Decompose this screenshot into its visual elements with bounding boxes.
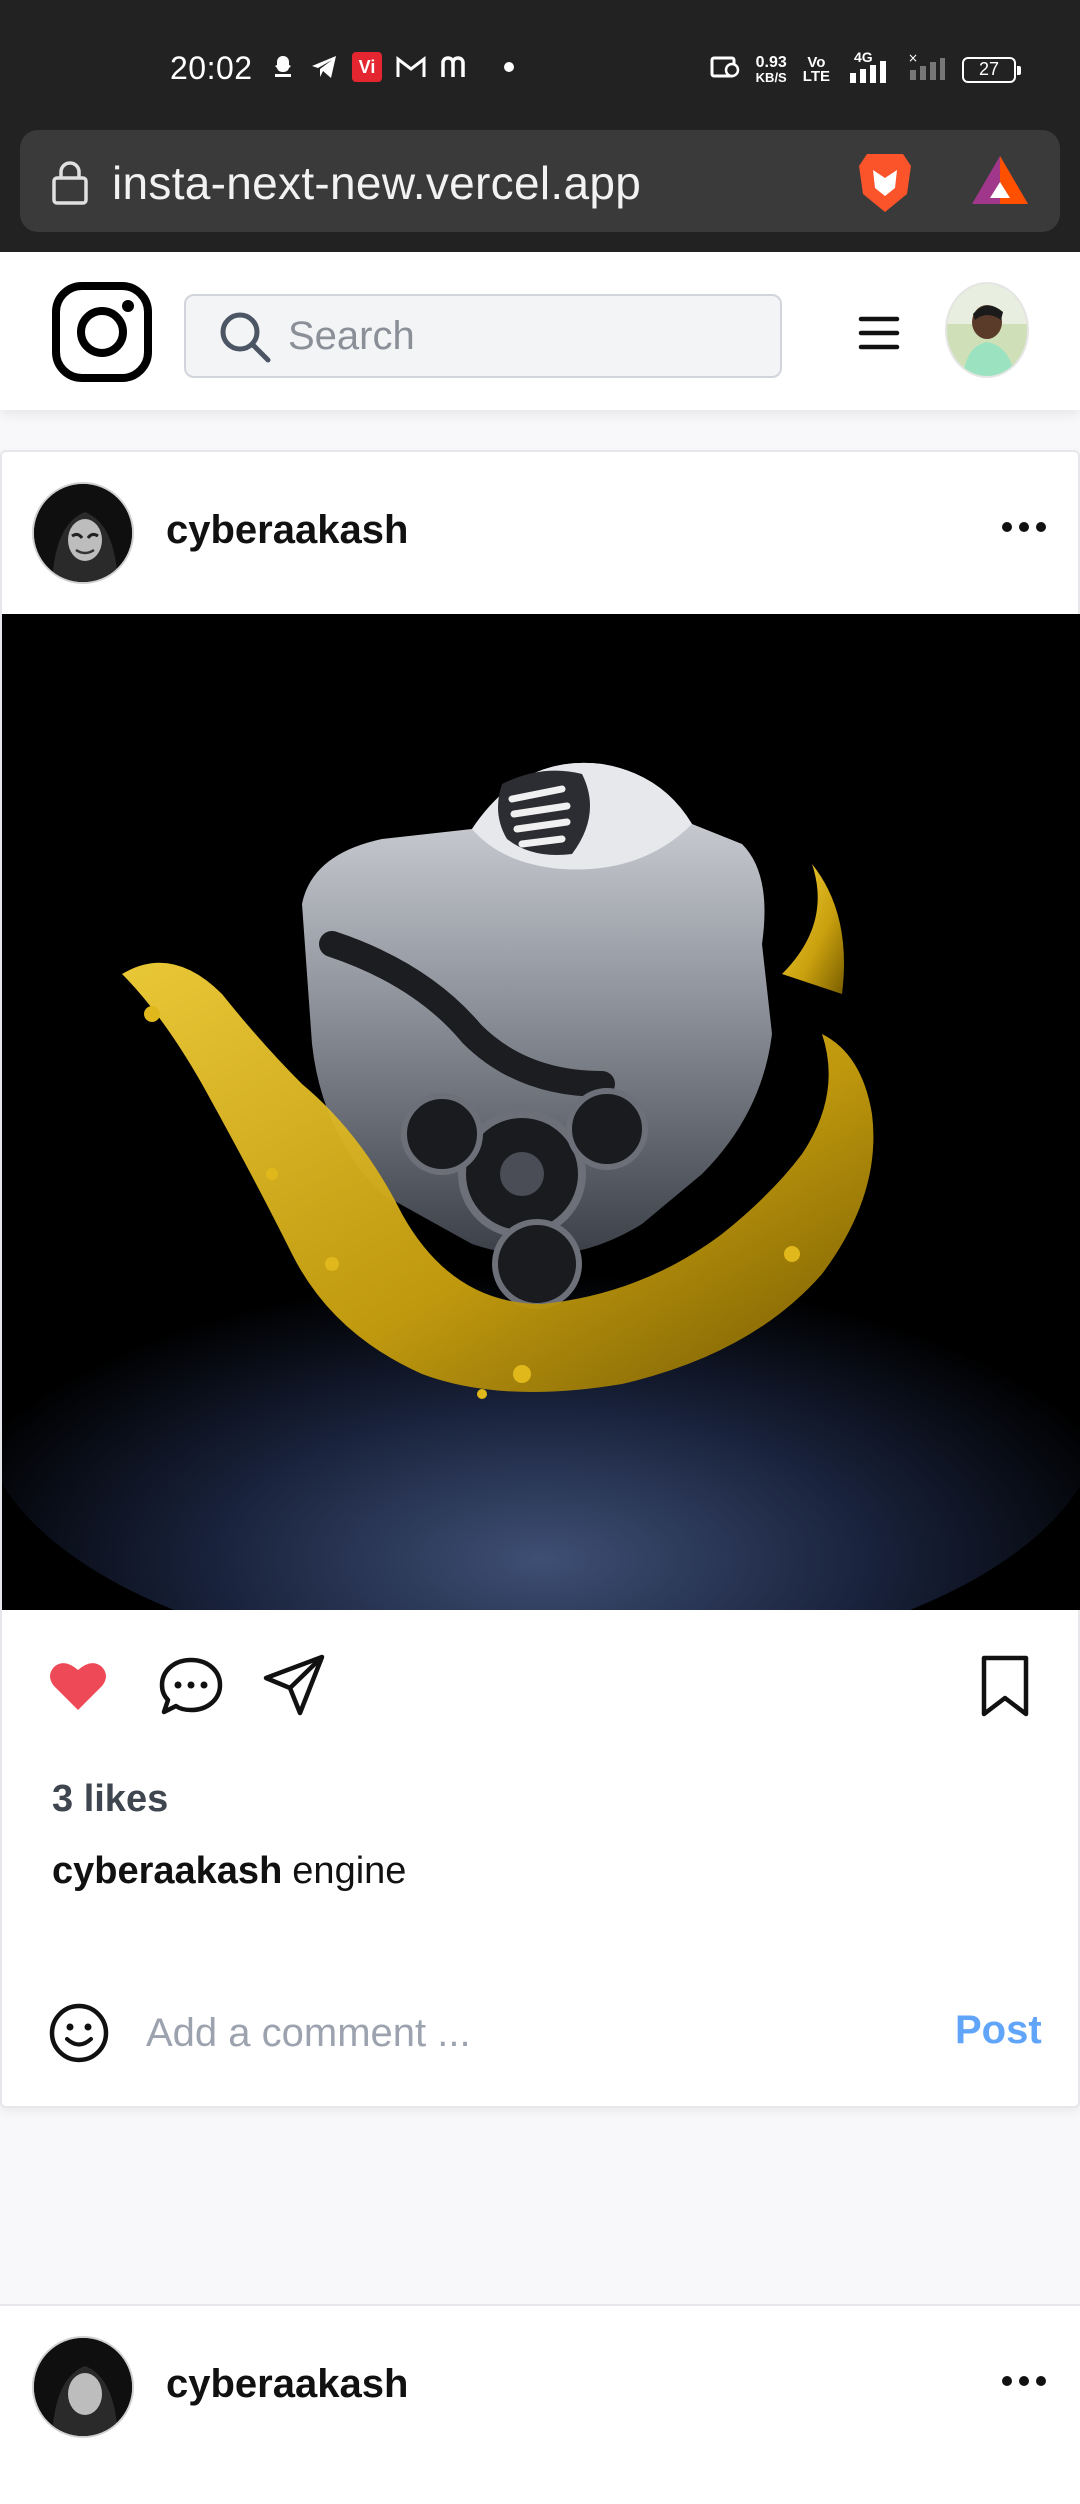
post-avatar[interactable] xyxy=(32,2336,134,2438)
volte-bottom: LTE xyxy=(802,67,830,85)
caption-text: engine xyxy=(292,1850,407,1892)
post-caption: cyberaakash engine xyxy=(52,1850,406,1893)
instagram-logo[interactable] xyxy=(52,282,152,387)
status-time: 20:02 xyxy=(170,50,253,86)
heart-icon[interactable] xyxy=(48,1658,108,1719)
more-icon[interactable] xyxy=(1000,2374,1048,2393)
bookmark-icon[interactable] xyxy=(978,1654,1032,1723)
svg-text:×: × xyxy=(908,52,918,65)
system-icons: 0.93 KB/S Vo LTE 4G × 27 xyxy=(710,49,1021,87)
likes-count[interactable]: 3 likes xyxy=(52,1778,168,1821)
post-avatar[interactable] xyxy=(32,482,134,584)
avatar[interactable] xyxy=(945,282,1029,378)
post-comment-button[interactable]: Post xyxy=(955,2008,1042,2053)
comment-icon[interactable] xyxy=(158,1656,224,1721)
comment-input[interactable] xyxy=(144,1998,924,2068)
data-saver-icon xyxy=(710,54,740,85)
vi-icon: Vi xyxy=(352,52,382,82)
net-speed-unit: KB/S xyxy=(755,69,787,85)
net-speed: 0.93 KB/S xyxy=(755,53,787,85)
search-icon xyxy=(216,308,274,371)
m-icon xyxy=(440,52,472,82)
search-input[interactable] xyxy=(286,300,766,372)
signal-4g-icon: 4G xyxy=(846,49,890,85)
net-speed-value: 0.93 xyxy=(755,53,787,71)
lock-icon[interactable] xyxy=(50,160,90,211)
snapchat-icon xyxy=(270,52,296,82)
battery-indicator: 27 xyxy=(962,56,1021,83)
caption-username[interactable]: cyberaakash xyxy=(52,1850,282,1892)
brave-rewards-icon[interactable] xyxy=(968,152,1032,213)
telegram-icon xyxy=(310,52,338,82)
post-username[interactable]: cyberaakash xyxy=(166,2362,408,2407)
post-card xyxy=(0,2304,1080,2504)
brave-lion-icon[interactable] xyxy=(855,148,915,221)
share-icon[interactable] xyxy=(262,1652,328,1723)
status-bar: 20:02 Vi 0.93 KB/S Vo LTE 4G × 27 xyxy=(0,0,1080,136)
volte-indicator: Vo LTE xyxy=(802,55,830,85)
post-image[interactable] xyxy=(2,614,1080,1610)
url-text[interactable]: insta-next-new.vercel.app xyxy=(112,156,641,210)
gmail-icon xyxy=(396,52,426,82)
more-notifications-dot xyxy=(504,62,514,72)
notification-icons: Vi xyxy=(270,52,514,82)
signal-weak-icon: × xyxy=(906,51,946,87)
emoji-icon[interactable] xyxy=(48,2002,110,2069)
menu-icon[interactable] xyxy=(857,313,901,358)
post-username[interactable]: cyberaakash xyxy=(166,508,408,553)
more-icon[interactable] xyxy=(1000,520,1048,539)
